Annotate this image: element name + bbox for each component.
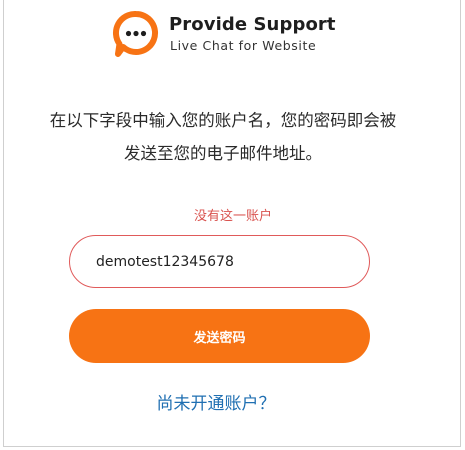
instructions-text: 在以下字段中输入您的账户名，您的密码即会被 发送至您的电子邮件地址。 (18, 104, 428, 170)
account-name-input[interactable] (69, 235, 370, 288)
recover-password-panel: Provide Support Live Chat for Website 在以… (3, 0, 461, 447)
no-account-link[interactable]: 尚未开通账户？ (4, 389, 428, 414)
brand-name: Provide Support (169, 14, 336, 35)
instructions-line-1: 在以下字段中输入您的账户名，您的密码即会被 (49, 111, 397, 130)
error-message: 没有这一账户 (193, 209, 272, 224)
provide-support-logo: Provide Support Live Chat for Website (111, 10, 341, 60)
instructions-line-2: 发送至您的电子邮件地址。 (124, 144, 322, 163)
brand-tagline: Live Chat for Website (170, 38, 317, 53)
chat-bubble-icon (113, 10, 158, 57)
send-password-button[interactable]: 发送密码 (69, 309, 370, 363)
